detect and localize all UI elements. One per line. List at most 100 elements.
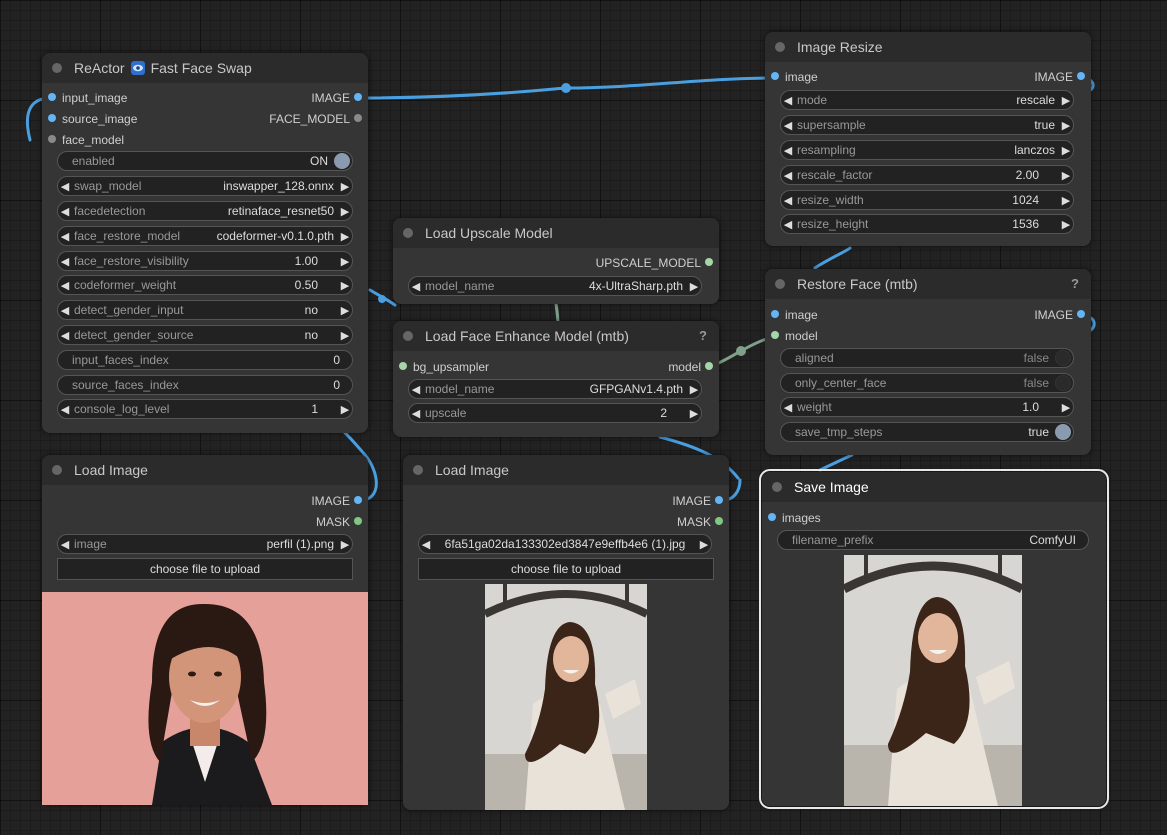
resize-height-number[interactable]: ◀ resize_height 1536 ▶ (780, 214, 1074, 234)
arrow-right-icon[interactable]: ▶ (1059, 144, 1073, 157)
arrow-left-icon[interactable]: ◀ (781, 119, 795, 132)
arrow-right-icon[interactable]: ▶ (1059, 401, 1073, 414)
help-icon[interactable]: ? (1071, 276, 1079, 291)
arrow-left-icon[interactable]: ◀ (419, 538, 433, 551)
load2-upload-button[interactable]: choose file to upload (418, 558, 714, 580)
load-face-enhance-model-node[interactable]: Load Face Enhance Model (mtb) ? bg_upsam… (393, 321, 719, 437)
load1-upload-button[interactable]: choose file to upload (57, 558, 353, 580)
reactor-node[interactable]: ReActor Fast Face Swap input_image IMAGE… (42, 53, 368, 433)
resize-image-output-slot[interactable] (1077, 72, 1085, 80)
arrow-left-icon[interactable]: ◀ (409, 383, 423, 396)
upscale-node-header[interactable]: Load Upscale Model (393, 218, 719, 248)
arrow-left-icon[interactable]: ◀ (58, 538, 72, 551)
arrow-left-icon[interactable]: ◀ (409, 407, 423, 420)
swap-model-combo[interactable]: ◀ swap_model inswapper_128.onnx ▶ (57, 176, 353, 196)
reactor-output-image-slot[interactable] (354, 93, 362, 101)
load1-node-header[interactable]: Load Image (42, 455, 368, 485)
arrow-right-icon[interactable]: ▶ (338, 230, 352, 243)
arrow-left-icon[interactable]: ◀ (781, 218, 795, 231)
detect-gender-input-combo[interactable]: ◀ detect_gender_input no ▶ (57, 300, 353, 320)
load1-image-combo[interactable]: ◀ image perfil (1).png ▶ (57, 534, 353, 554)
face-restore-model-combo[interactable]: ◀ face_restore_model codeformer-v0.1.0.p… (57, 226, 353, 246)
collapse-dot-icon[interactable] (775, 42, 785, 52)
weight-number[interactable]: ◀ weight 1.0 ▶ (780, 397, 1074, 417)
enhance-model-output-slot[interactable] (705, 362, 713, 370)
detect-gender-source-combo[interactable]: ◀ detect_gender_source no ▶ (57, 325, 353, 345)
arrow-right-icon[interactable]: ▶ (1059, 94, 1073, 107)
arrow-right-icon[interactable]: ▶ (1059, 169, 1073, 182)
save-node-header[interactable]: Save Image (762, 472, 1106, 502)
only-center-face-toggle[interactable]: only_center_face false (780, 373, 1074, 393)
resize-node-header[interactable]: Image Resize (765, 32, 1091, 62)
arrow-right-icon[interactable]: ▶ (338, 538, 352, 551)
load1-image-output-slot[interactable] (354, 496, 362, 504)
arrow-left-icon[interactable]: ◀ (58, 304, 72, 317)
console-log-level-number[interactable]: ◀ console_log_level 1 ▶ (57, 399, 353, 419)
resize-image-input-slot[interactable] (771, 72, 779, 80)
arrow-left-icon[interactable]: ◀ (58, 230, 72, 243)
load1-mask-output-slot[interactable] (354, 517, 362, 525)
filename-prefix-field[interactable]: filename_prefix ComfyUI (777, 530, 1089, 550)
arrow-right-icon[interactable]: ▶ (338, 304, 352, 317)
face-restore-visibility-number[interactable]: ◀ face_restore_visibility 1.00 ▶ (57, 251, 353, 271)
arrow-right-icon[interactable]: ▶ (338, 279, 352, 292)
source-image-slot[interactable] (48, 114, 56, 122)
collapse-dot-icon[interactable] (403, 228, 413, 238)
upscale-model-output-slot[interactable] (705, 258, 713, 266)
arrow-right-icon[interactable]: ▶ (687, 383, 701, 396)
load-upscale-model-node[interactable]: Load Upscale Model UPSCALE_MODEL ◀ model… (393, 218, 719, 304)
image-resize-node[interactable]: Image Resize image IMAGE ◀ mode rescale … (765, 32, 1091, 246)
load2-image-output-slot[interactable] (715, 496, 723, 504)
arrow-left-icon[interactable]: ◀ (781, 401, 795, 414)
load2-image-combo[interactable]: ◀ 6fa51ga02da133302ed3847e9effb4e6 (1).j… (418, 534, 712, 554)
resize-width-number[interactable]: ◀ resize_width 1024 ▶ (780, 190, 1074, 210)
arrow-right-icon[interactable]: ▶ (1059, 218, 1073, 231)
resampling-combo[interactable]: ◀ resampling lanczos ▶ (780, 140, 1074, 160)
rescale-factor-number[interactable]: ◀ rescale_factor 2.00 ▶ (780, 165, 1074, 185)
save-tmp-steps-toggle[interactable]: save_tmp_steps true (780, 422, 1074, 442)
collapse-dot-icon[interactable] (413, 465, 423, 475)
restore-node-header[interactable]: Restore Face (mtb) ? (765, 269, 1091, 299)
arrow-right-icon[interactable]: ▶ (338, 255, 352, 268)
reactor-node-header[interactable]: ReActor Fast Face Swap (42, 53, 368, 83)
input-image-slot[interactable] (48, 93, 56, 101)
arrow-left-icon[interactable]: ◀ (58, 329, 72, 342)
enhance-upscale-number[interactable]: ◀ upscale 2 ▶ (408, 403, 702, 423)
restore-image-output-slot[interactable] (1077, 310, 1085, 318)
bg-upsampler-slot[interactable] (399, 362, 407, 370)
supersample-combo[interactable]: ◀ supersample true ▶ (780, 115, 1074, 135)
input-faces-index-field[interactable]: input_faces_index 0 (57, 350, 353, 370)
restore-model-input-slot[interactable] (771, 331, 779, 339)
arrow-left-icon[interactable]: ◀ (58, 279, 72, 292)
save-image-node[interactable]: Save Image images filename_prefix ComfyU… (759, 469, 1109, 809)
collapse-dot-icon[interactable] (772, 482, 782, 492)
arrow-left-icon[interactable]: ◀ (781, 169, 795, 182)
arrow-left-icon[interactable]: ◀ (781, 144, 795, 157)
facedetection-combo[interactable]: ◀ facedetection retinaface_resnet50 ▶ (57, 201, 353, 221)
arrow-right-icon[interactable]: ▶ (1059, 119, 1073, 132)
resize-mode-combo[interactable]: ◀ mode rescale ▶ (780, 90, 1074, 110)
load2-mask-output-slot[interactable] (715, 517, 723, 525)
source-faces-index-field[interactable]: source_faces_index 0 (57, 375, 353, 395)
help-icon[interactable]: ? (699, 328, 707, 343)
restore-image-input-slot[interactable] (771, 310, 779, 318)
restore-face-node[interactable]: Restore Face (mtb) ? image IMAGE model a… (765, 269, 1091, 455)
face-model-slot[interactable] (48, 135, 56, 143)
codeformer-weight-number[interactable]: ◀ codeformer_weight 0.50 ▶ (57, 275, 353, 295)
arrow-left-icon[interactable]: ◀ (58, 255, 72, 268)
arrow-right-icon[interactable]: ▶ (338, 329, 352, 342)
arrow-right-icon[interactable]: ▶ (338, 180, 352, 193)
arrow-left-icon[interactable]: ◀ (58, 403, 72, 416)
arrow-left-icon[interactable]: ◀ (58, 205, 72, 218)
arrow-left-icon[interactable]: ◀ (781, 194, 795, 207)
arrow-right-icon[interactable]: ▶ (338, 205, 352, 218)
collapse-dot-icon[interactable] (403, 331, 413, 341)
collapse-dot-icon[interactable] (52, 63, 62, 73)
enhance-node-header[interactable]: Load Face Enhance Model (mtb) ? (393, 321, 719, 351)
collapse-dot-icon[interactable] (775, 279, 785, 289)
arrow-left-icon[interactable]: ◀ (409, 280, 423, 293)
aligned-toggle[interactable]: aligned false (780, 348, 1074, 368)
enabled-toggle[interactable]: enabled ON (57, 151, 353, 171)
load-image-node-1[interactable]: Load Image IMAGE MASK ◀ image perfil (1)… (42, 455, 368, 805)
upscale-model-name-combo[interactable]: ◀ model_name 4x-UltraSharp.pth ▶ (408, 276, 702, 296)
